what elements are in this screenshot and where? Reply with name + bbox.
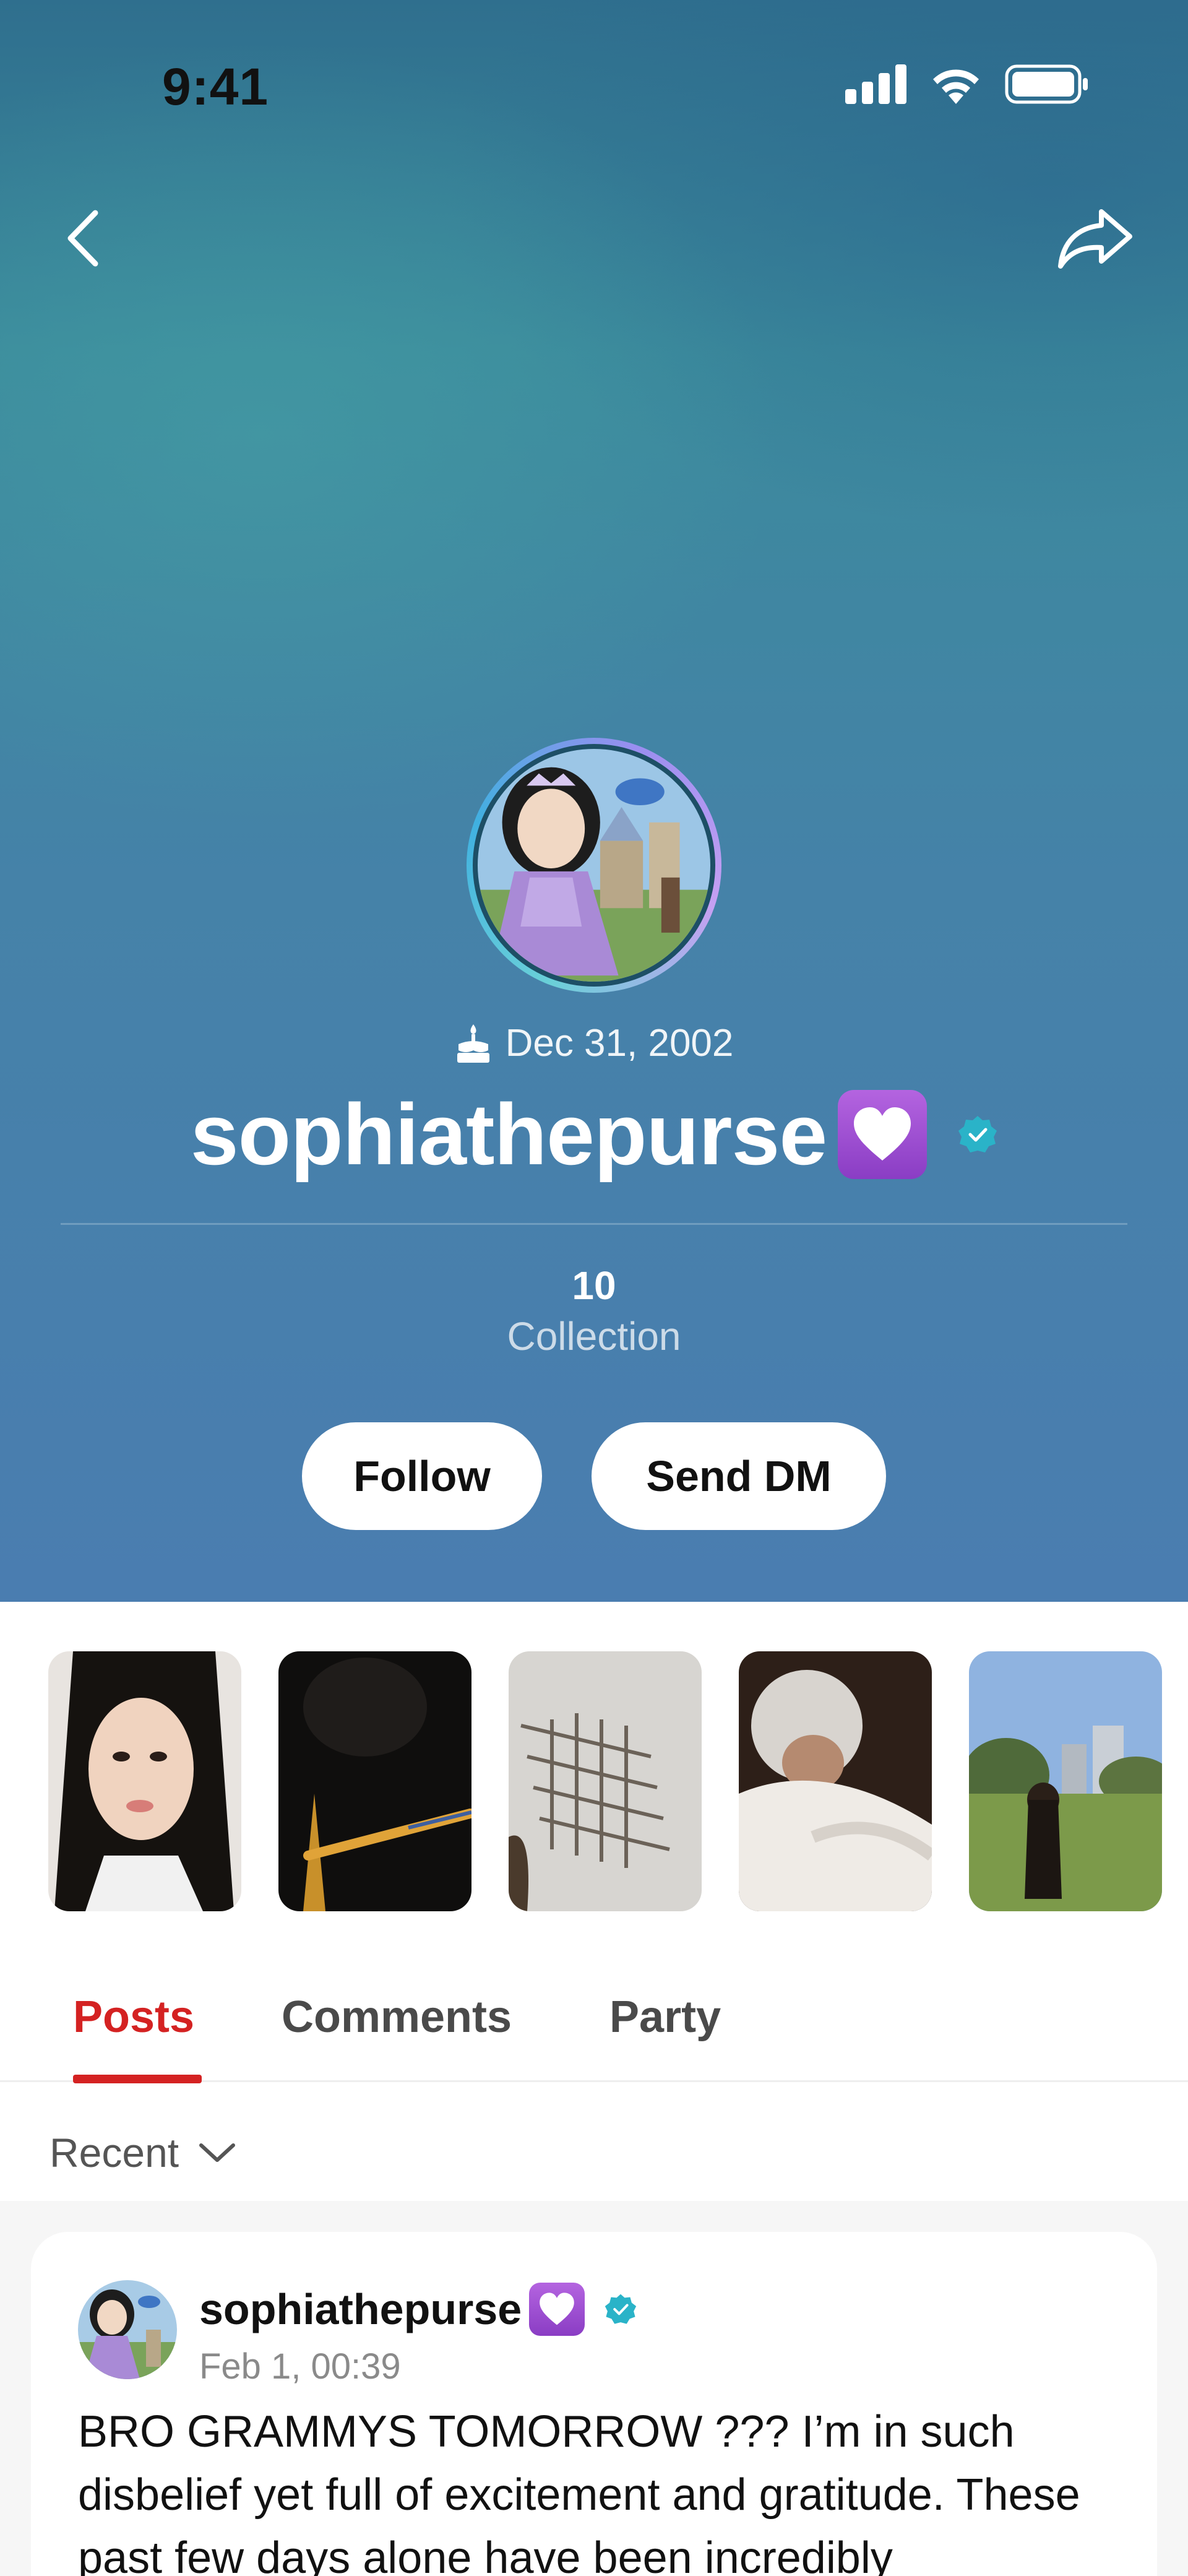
post-timestamp: Feb 1, 00:39 (199, 2346, 401, 2387)
cake-icon (457, 1024, 489, 1063)
birthday-text: Dec 31, 2002 (505, 1022, 734, 1065)
chevron-down-icon (199, 2143, 236, 2162)
tab-comments[interactable]: Comments (282, 1992, 512, 2042)
status-bar: 9:41 (0, 0, 1188, 173)
profile-avatar[interactable] (467, 738, 721, 993)
status-icons (845, 64, 1089, 104)
avatar-image (478, 749, 710, 982)
username: sophiathepurse (190, 1086, 827, 1183)
stats-divider (61, 1223, 1127, 1225)
collection-label[interactable]: Collection (0, 1313, 1188, 1359)
back-button[interactable] (59, 204, 109, 272)
heart-emoji-icon (838, 1090, 928, 1179)
wifi-icon (933, 69, 979, 104)
birthday-row: Dec 31, 2002 (0, 1021, 1188, 1065)
sort-label: Recent (50, 2130, 179, 2176)
share-arrow-icon (1058, 209, 1132, 269)
sort-dropdown[interactable]: Recent (50, 2129, 237, 2176)
post-body[interactable]: BRO GRAMMYS TOMORROW ??? I’m in such dis… (78, 2400, 1117, 2576)
collection-thumbnail[interactable] (48, 1651, 241, 1911)
tab-posts[interactable]: Posts (73, 1992, 194, 2042)
verified-badge-icon (605, 2294, 637, 2324)
post-author-avatar[interactable] (78, 2280, 177, 2379)
collection-count[interactable]: 10 (0, 1263, 1188, 1308)
follow-button[interactable]: Follow (302, 1422, 542, 1530)
collection-strip (48, 1651, 1162, 1911)
collection-thumbnail[interactable] (969, 1651, 1162, 1911)
tab-party[interactable]: Party (609, 1992, 721, 2042)
send-dm-button[interactable]: Send DM (592, 1422, 886, 1530)
collection-thumbnail[interactable] (509, 1651, 702, 1911)
post-card[interactable]: sophiathepurse Feb 1, 00:39 BRO GRAMMYS … (31, 2232, 1157, 2576)
chevron-left-icon (67, 210, 98, 267)
profile-header: 9:41 Dec 31, 2002 sophiathepurse 10 Coll… (0, 0, 1188, 1602)
active-tab-indicator (73, 2075, 202, 2083)
share-button[interactable] (1056, 204, 1136, 272)
post-author-name[interactable]: sophiathepurse (199, 2284, 522, 2334)
collection-thumbnail[interactable] (739, 1651, 932, 1911)
verified-badge-icon (958, 1116, 997, 1152)
post-author-row: sophiathepurse (199, 2283, 637, 2336)
post-feed: sophiathepurse Feb 1, 00:39 BRO GRAMMYS … (0, 2201, 1188, 2576)
battery-icon (1005, 64, 1088, 104)
profile-content: Posts Comments Party Recent sophiathepur… (0, 1602, 1188, 2576)
heart-emoji-icon (529, 2283, 585, 2336)
profile-tabs: Posts Comments Party (0, 1976, 1188, 2083)
username-row: sophiathepurse (0, 1084, 1188, 1185)
cellular-signal-icon (845, 64, 906, 104)
collection-thumbnail[interactable] (278, 1651, 471, 1911)
status-time: 9:41 (162, 58, 269, 116)
